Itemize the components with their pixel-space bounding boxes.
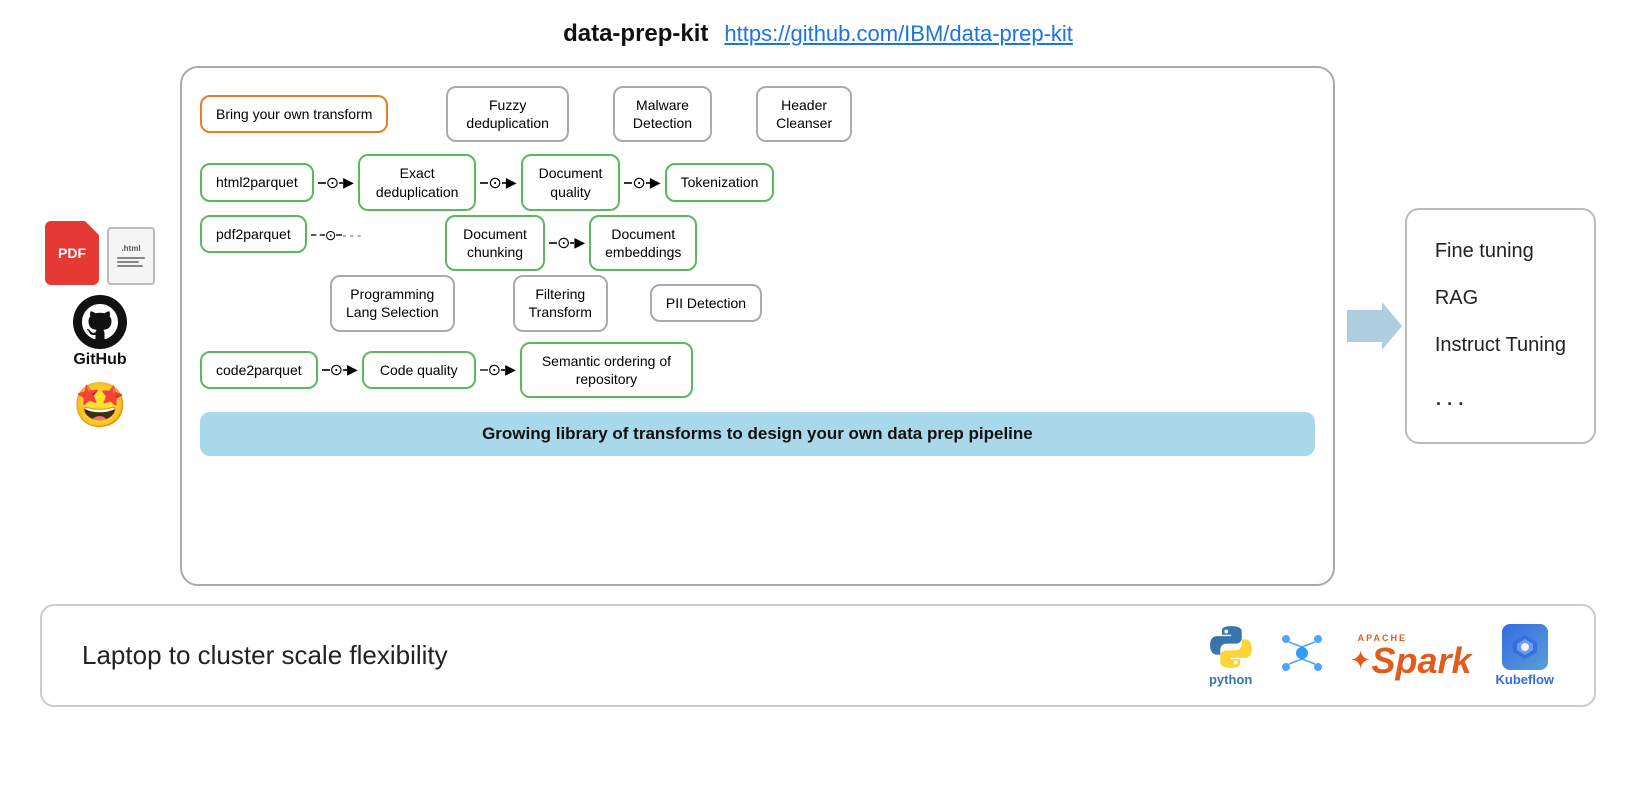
html-pipeline-row: html2parquet ⊙ ▶ Exactdeduplication ⊙ ▶ … [200,154,1315,210]
pdf-label: PDF [58,245,86,261]
code-pipeline-row: code2parquet ⊙ ▶ Code quality ⊙ ▶ Semant… [200,342,1315,398]
dashed-arrow-pdf: ⊙ - - - [311,227,361,244]
output-box: Fine tuning RAG Instruct Tuning ... [1405,208,1596,444]
html-label: .html [121,244,140,253]
kubeflow-label: Kubeflow [1496,672,1555,687]
prog-lang-node: ProgrammingLang Selection [330,275,455,331]
instruct-tuning-label: Instruct Tuning [1435,334,1566,357]
blue-banner: Growing library of transforms to design … [200,412,1315,456]
exact-dedup-node: Exactdeduplication [358,154,477,210]
code-quality-node: Code quality [362,351,476,389]
page: data-prep-kit https://github.com/IBM/dat… [0,0,1636,792]
doc-quality-node: Documentquality [521,154,621,210]
bring-own-transform-node: Bring your own transform [200,95,388,133]
html-line [117,265,143,267]
github-link[interactable]: https://github.com/IBM/data-prep-kit [724,21,1073,47]
semantic-order-node: Semantic ordering ofrepository [520,342,693,398]
kubeflow-icon [1502,624,1548,670]
arrow4: ⊙ ▶ [549,233,585,253]
malware-node: MalwareDetection [613,86,712,142]
pii-node: PII Detection [650,284,762,322]
github-icon-wrap: GitHub [73,295,127,369]
pdf-pipeline-row: pdf2parquet ⊙ - - - Documentchunking [200,215,1315,271]
tokenization-node: Tokenization [665,163,775,201]
main-area: PDF .html [40,66,1596,586]
bottom-logos: python APACHE [1208,624,1554,687]
fine-tuning-label: Fine tuning [1435,240,1566,263]
filtering-node: FilteringTransform [513,275,608,331]
html2parquet-node: html2parquet [200,163,314,201]
bottom-label: Laptop to cluster scale flexibility [82,640,448,671]
kubeflow-logo: Kubeflow [1496,624,1555,687]
emoji-icon: 🤩 [73,379,128,431]
spark-logo: APACHE ✦ Spark [1350,633,1472,679]
file-icons-row: PDF .html [45,221,155,285]
misc-row: ProgrammingLang Selection FilteringTrans… [330,275,1315,331]
arrow2: ⊙ ▶ [480,173,516,193]
html-line [117,257,145,259]
header: data-prep-kit https://github.com/IBM/dat… [563,20,1073,48]
bottom-bar: Laptop to cluster scale flexibility pyth… [40,604,1596,707]
python-logo: python [1208,624,1254,687]
spark-main-label: Spark [1371,643,1471,679]
chunking-row: Documentchunking ⊙ ▶ Documentembeddings [445,215,697,271]
bring-own-label: Bring your own transform [216,106,372,122]
big-arrow [1345,301,1405,351]
doc-embeddings-node: Documentembeddings [589,215,697,271]
chunking-embeddings-col: Documentchunking ⊙ ▶ Documentembeddings [445,215,697,271]
rag-label: RAG [1435,287,1566,310]
header-cleanser-node: HeaderCleanser [756,86,852,142]
doc-chunking-node: Documentchunking [445,215,545,271]
arrow3: ⊙ ▶ [624,173,660,193]
pdf-icon: PDF [45,221,99,285]
left-icons: PDF .html [40,221,170,431]
diagram-box: Bring your own transform Fuzzydeduplicat… [180,66,1335,586]
page-title: data-prep-kit [563,20,708,48]
arrow6: ⊙ ▶ [480,360,516,380]
html-lines [115,255,147,269]
pdf2parquet-col: pdf2parquet [200,215,307,253]
more-label: ... [1435,381,1566,412]
html-icon: .html [107,227,155,285]
code2parquet-node: code2parquet [200,351,318,389]
ray-icon [1278,629,1326,682]
arrow5: ⊙ ▶ [322,360,358,380]
fuzzy-dedup-node: Fuzzydeduplication [446,86,569,142]
top-row: Bring your own transform Fuzzydeduplicat… [200,86,1315,142]
pdf2parquet-node: pdf2parquet [200,215,307,253]
html-line [117,261,139,263]
arrow1: ⊙ ▶ [318,173,354,193]
github-label: GitHub [73,351,126,369]
github-circle [73,295,127,349]
python-label: python [1209,672,1252,687]
